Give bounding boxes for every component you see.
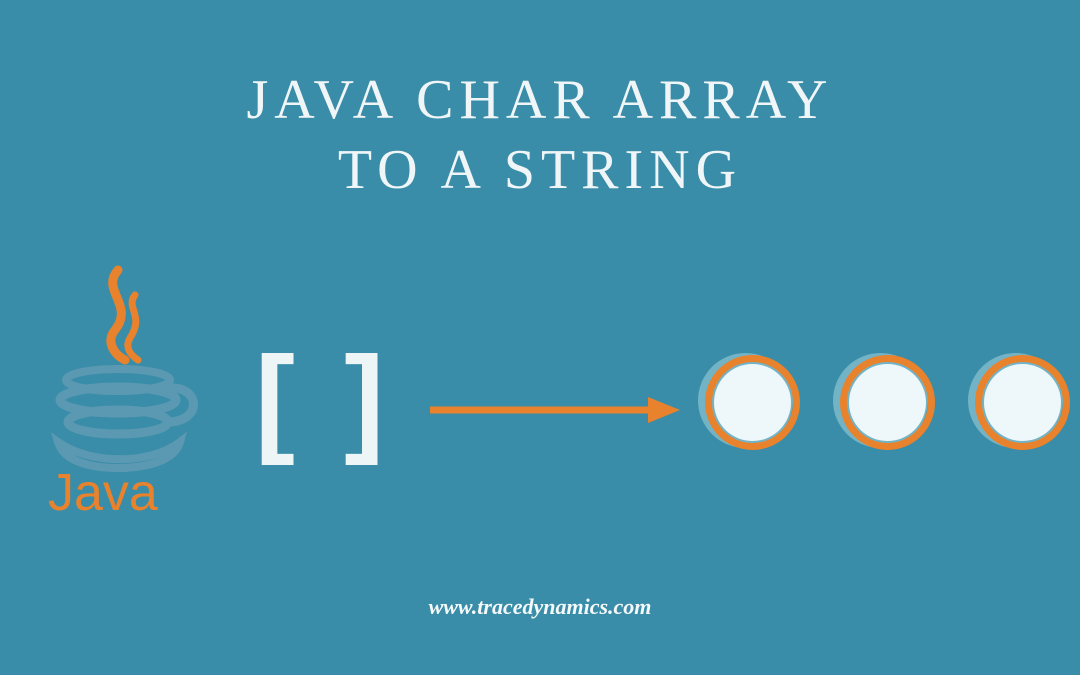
java-logo-icon: Java — [30, 260, 205, 520]
title-line-2: TO A STRING — [338, 139, 742, 201]
page-title: JAVA CHAR ARRAY TO A STRING — [0, 65, 1080, 205]
title-line-1: JAVA CHAR ARRAY — [247, 69, 834, 131]
string-char-circle — [840, 355, 940, 455]
string-circles-group — [705, 355, 1075, 455]
arrow-icon — [430, 395, 680, 425]
array-brackets: [ ] — [255, 330, 392, 468]
footer-url: www.tracedynamics.com — [0, 594, 1080, 620]
string-char-circle — [975, 355, 1075, 455]
java-logo-text: Java — [48, 464, 158, 520]
string-char-circle — [705, 355, 805, 455]
